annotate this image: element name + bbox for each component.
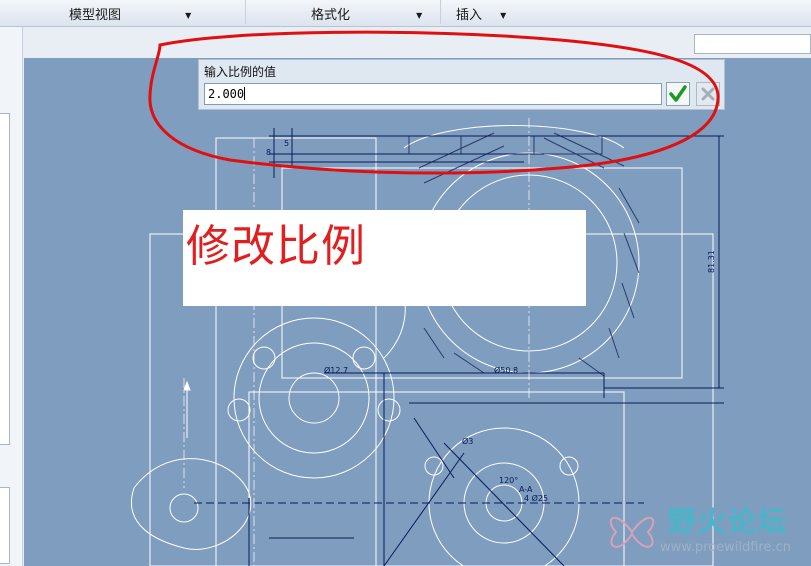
accept-button[interactable] [666, 82, 690, 106]
engineering-drawing: Ø12.7 Ø50.8 Ø3 120° A-A 4 Ø25 8 5 81.31 [130, 118, 724, 566]
dimension-text: 4 Ø25 [524, 493, 548, 503]
bolt-hole [424, 456, 444, 476]
ribbon-divider [440, 0, 441, 24]
dimension-text: Ø50.8 [494, 365, 518, 375]
ribbon-group-format[interactable]: 格式化 ▼ [311, 4, 422, 23]
scale-value-text: 2.000 [208, 87, 245, 101]
close-icon [701, 87, 715, 101]
search-input[interactable] [694, 34, 811, 54]
graphics-toolbar-strip [24, 27, 811, 58]
annotation-box: 修改比例 [183, 210, 586, 306]
flange-outer-circle [233, 317, 395, 479]
bolt-hole [227, 398, 251, 422]
center-lines [183, 118, 530, 566]
dropdown-arrow-icon[interactable]: ▼ [500, 11, 506, 20]
dropdown-arrow-icon[interactable]: ▼ [185, 11, 191, 20]
dimension-text: Ø3 [462, 436, 473, 446]
text-caret [244, 87, 246, 100]
section-view-outline [215, 137, 377, 566]
bolt-hole [252, 346, 276, 370]
ribbon-group-insert[interactable]: 插入 ▼ [456, 4, 506, 23]
dropdown-arrow-icon[interactable]: ▼ [416, 11, 422, 20]
scale-prompt-label: 输入比例的值 [204, 65, 277, 79]
watermark-title: 野火论坛 [668, 505, 789, 538]
dimension-text: A-A [519, 485, 533, 494]
scale-input-dialog: 输入比例的值 2.000 [198, 59, 725, 110]
lower-flange-hole [485, 484, 523, 522]
lower-flange-circle [428, 427, 580, 566]
forum-watermark: 野火论坛 www.proewildfire.cn [600, 498, 811, 566]
front-view-outline [248, 391, 625, 566]
lug-hole [169, 493, 199, 523]
bolt-hole [352, 346, 376, 370]
dimension-text: 120° [499, 476, 518, 485]
dimension-text: 5 [284, 139, 289, 148]
side-lug-outline [130, 458, 252, 550]
ribbon-divider [245, 0, 246, 24]
ribbon-group-label: 模型视图 [69, 8, 122, 23]
ribbon-toolbar: 模型视图 ▼ 格式化 ▼ 插入 ▼ [0, 0, 811, 27]
ribbon-group-label: 格式化 [311, 8, 351, 23]
cancel-button[interactable] [696, 82, 720, 106]
profile-curve [403, 125, 625, 149]
flange-hole-circle [288, 372, 340, 424]
bolt-hole [377, 398, 401, 422]
flange-mid-circle [258, 342, 370, 454]
dimension-text: 8 [266, 148, 271, 157]
layer-tree-tab[interactable] [0, 487, 10, 564]
annotation-text: 修改比例 [186, 221, 366, 272]
dimension-text: Ø12.7 [324, 365, 348, 375]
ribbon-group-label: 插入 [456, 8, 483, 23]
watermark-url: www.proewildfire.cn [660, 540, 791, 555]
ribbon-group-model-view[interactable]: 模型视图 ▼ [69, 4, 191, 23]
view-arrow-icon [183, 380, 191, 438]
butterfly-logo-icon [609, 516, 655, 548]
checkmark-icon [669, 85, 687, 102]
drawing-canvas[interactable]: Ø12.7 Ø50.8 Ø3 120° A-A 4 Ø25 8 5 81.31 [24, 58, 811, 566]
model-tree-tab[interactable] [0, 113, 10, 445]
dimension-text: 81.31 [707, 250, 716, 273]
scale-value-input[interactable]: 2.000 [204, 83, 662, 105]
left-panel [0, 27, 23, 566]
